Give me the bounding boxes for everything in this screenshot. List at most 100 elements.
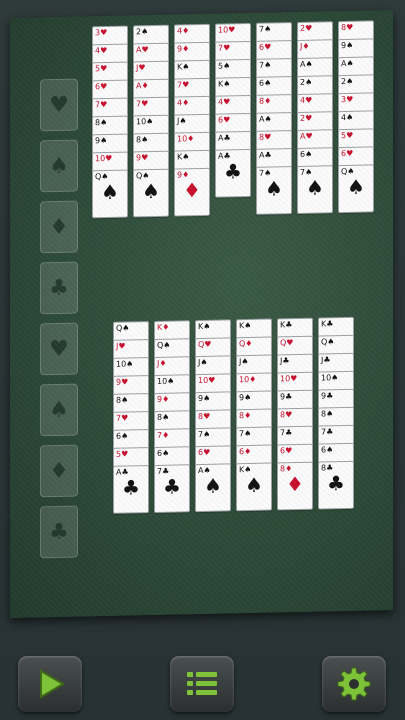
playing-card[interactable]: A♠ — [338, 56, 374, 100]
playing-card[interactable]: 6♥ — [256, 40, 292, 83]
playing-card[interactable]: 5♥ — [92, 61, 128, 105]
playing-card[interactable]: 7♠ ♠ — [256, 166, 292, 215]
playing-card[interactable]: 7♠ — [256, 22, 292, 65]
playing-card[interactable]: J♠ — [174, 113, 210, 157]
playing-card[interactable]: Q♠ — [113, 321, 149, 364]
playing-card[interactable]: 9♣ — [318, 388, 354, 432]
playing-card[interactable]: 6♥ — [195, 445, 231, 489]
playing-card[interactable]: 4♥ — [215, 94, 251, 138]
playing-card[interactable]: 9♣ — [277, 389, 313, 433]
playing-card[interactable]: J♠ — [195, 355, 231, 399]
playing-card[interactable]: 7♣ — [318, 424, 354, 468]
playing-card[interactable]: 8♦ — [256, 94, 292, 137]
playing-card[interactable]: J♥ — [133, 60, 169, 104]
playing-card[interactable]: A♣ ♣ — [113, 465, 149, 514]
playing-card[interactable]: 4♠ — [338, 110, 374, 154]
playing-card[interactable]: K♣ — [277, 317, 313, 361]
playing-card[interactable]: K♣ — [318, 316, 354, 360]
playing-card[interactable]: 6♦ — [236, 444, 272, 488]
playing-card[interactable]: K♦ — [154, 320, 190, 363]
playing-card[interactable]: 5♥ — [338, 128, 374, 172]
playing-card[interactable]: A♣ ♣ — [215, 148, 251, 198]
playing-card[interactable]: 8♦ ♦ — [277, 461, 313, 511]
foundation-slot[interactable]: ♥ — [40, 78, 78, 132]
playing-card[interactable]: J♥ — [113, 339, 149, 382]
playing-card[interactable]: 2♠ — [133, 24, 169, 68]
playing-card[interactable]: Q♠ ♠ — [338, 164, 374, 214]
playing-card[interactable]: J♦ — [297, 39, 333, 82]
playing-card[interactable]: J♦ — [154, 356, 190, 399]
playing-card[interactable]: A♥ — [297, 129, 333, 172]
playing-card[interactable]: A♠ ♠ — [195, 463, 231, 513]
playing-card[interactable]: 7♥ — [174, 77, 210, 121]
play-button[interactable] — [18, 656, 82, 712]
playing-card[interactable]: 7♥ — [133, 96, 169, 140]
playing-card[interactable]: 6♠ — [154, 446, 190, 489]
foundation-slot[interactable]: ♥ — [40, 322, 78, 376]
playing-card[interactable]: K♠ — [174, 59, 210, 103]
playing-card[interactable]: 7♥ — [113, 411, 149, 454]
playing-card[interactable]: 8♠ — [133, 132, 169, 176]
playing-card[interactable]: J♣ — [318, 352, 354, 396]
playing-card[interactable]: A♠ — [256, 112, 292, 155]
playing-card[interactable]: 8♠ — [113, 393, 149, 436]
playing-card[interactable]: 2♠ — [338, 74, 374, 118]
playing-card[interactable]: 9♦ ♦ — [174, 167, 210, 217]
playing-card[interactable]: 2♠ — [297, 75, 333, 118]
playing-card[interactable]: 10♦ — [236, 372, 272, 416]
playing-card[interactable]: K♠ ♠ — [236, 462, 272, 512]
playing-card[interactable]: A♦ — [133, 78, 169, 122]
foundation-slot[interactable]: ♣ — [40, 261, 78, 315]
playing-card[interactable]: 10♠ — [154, 374, 190, 417]
playing-card[interactable]: J♣ — [277, 353, 313, 397]
playing-card[interactable]: Q♥ — [195, 337, 231, 381]
playing-card[interactable]: 6♥ — [215, 112, 251, 156]
playing-card[interactable]: 10♥ — [92, 151, 128, 195]
playing-card[interactable]: 9♦ — [174, 41, 210, 85]
playing-card[interactable]: 10♦ — [174, 131, 210, 175]
settings-button[interactable] — [322, 656, 386, 712]
playing-card[interactable]: A♠ — [297, 57, 333, 100]
playing-card[interactable]: Q♦ — [236, 336, 272, 380]
playing-card[interactable]: 7♦ — [154, 428, 190, 471]
playing-card[interactable]: 6♠ — [256, 76, 292, 119]
playing-card[interactable]: 5♥ — [113, 447, 149, 490]
playing-card[interactable]: 7♠ — [256, 58, 292, 101]
playing-card[interactable]: 9♠ — [236, 390, 272, 434]
playing-card[interactable]: 10♠ — [133, 114, 169, 158]
playing-card[interactable]: 8♠ — [318, 406, 354, 450]
playing-card[interactable]: 10♥ — [215, 22, 251, 66]
playing-card[interactable]: K♠ — [174, 149, 210, 193]
playing-card[interactable]: 9♠ — [195, 391, 231, 435]
playing-card[interactable]: 9♦ — [154, 392, 190, 435]
playing-card[interactable]: 9♠ — [338, 38, 374, 82]
playing-card[interactable]: 10♥ — [277, 371, 313, 415]
playing-card[interactable]: Q♠ ♠ — [92, 169, 128, 219]
playing-card[interactable]: 4♦ — [174, 95, 210, 139]
playing-card[interactable]: 2♥ — [297, 21, 333, 64]
playing-card[interactable]: 7♠ — [236, 426, 272, 470]
playing-card[interactable]: 7♣ ♣ — [154, 464, 190, 513]
playing-card[interactable]: 3♥ — [92, 25, 128, 69]
playing-card[interactable]: K♠ — [215, 76, 251, 120]
foundation-slot[interactable]: ♣ — [40, 505, 78, 559]
playing-card[interactable]: 10♥ — [195, 373, 231, 417]
playing-card[interactable]: 6♥ — [338, 146, 374, 190]
playing-card[interactable]: 6♥ — [92, 79, 128, 123]
playing-card[interactable]: 8♣ ♣ — [318, 460, 354, 510]
foundation-slot[interactable]: ♦ — [40, 444, 78, 498]
playing-card[interactable]: 9♥ — [113, 375, 149, 418]
playing-card[interactable]: 10♠ — [113, 357, 149, 400]
playing-card[interactable]: 8♥ — [277, 407, 313, 451]
foundation-slot[interactable]: ♦ — [40, 200, 78, 254]
playing-card[interactable]: 8♥ — [195, 409, 231, 453]
foundation-slot[interactable]: ♠ — [40, 383, 78, 437]
playing-card[interactable]: A♣ — [256, 148, 292, 191]
playing-card[interactable]: 8♥ — [338, 20, 374, 64]
playing-card[interactable]: 9♥ — [133, 150, 169, 194]
playing-card[interactable]: 7♣ — [277, 425, 313, 469]
playing-card[interactable]: 4♥ — [92, 43, 128, 87]
foundation-slot[interactable]: ♠ — [40, 139, 78, 193]
playing-card[interactable]: 7♥ — [92, 97, 128, 141]
playing-card[interactable]: 6♠ — [297, 147, 333, 190]
